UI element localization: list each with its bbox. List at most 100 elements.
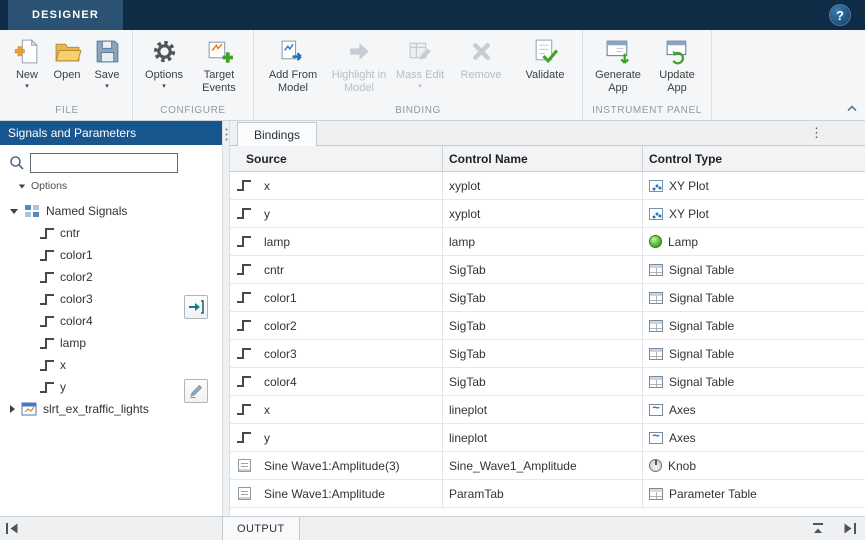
- signal-icon: [237, 292, 251, 303]
- expander-down-icon[interactable]: [10, 209, 18, 214]
- options-label: Options: [145, 69, 183, 82]
- sigtable-icon: [649, 264, 663, 276]
- cell-control-type: XY Plot: [643, 200, 865, 227]
- target-events-button[interactable]: Target Events: [191, 35, 247, 97]
- table-row[interactable]: color3 SigTab Signal Table: [230, 340, 865, 368]
- generate-app-label: Generate App: [590, 69, 646, 95]
- tree-item-label: color2: [60, 270, 93, 284]
- cell-control-type: Axes: [643, 424, 865, 451]
- signal-icon: [40, 250, 54, 261]
- tab-bindings[interactable]: Bindings: [237, 122, 317, 146]
- remove-button[interactable]: Remove: [450, 35, 512, 84]
- bind-to-control-button[interactable]: [184, 295, 208, 319]
- cell-control-name: SigTab: [443, 312, 643, 339]
- tree-item-label: color4: [60, 314, 93, 328]
- bindings-area: Bindings ⋮ Source Control Name Control T…: [230, 121, 865, 516]
- bindings-table: x xyplot XY Plot y xyplot XY Plot lamp l…: [230, 172, 865, 516]
- table-row[interactable]: x lineplot Axes: [230, 396, 865, 424]
- generate-app-button[interactable]: Generate App: [589, 35, 647, 97]
- target-events-label: Target Events: [192, 69, 246, 95]
- tree-item-named-signals[interactable]: Named Signals: [0, 200, 222, 222]
- table-row[interactable]: Sine Wave1:Amplitude(3) Sine_Wave1_Ampli…: [230, 452, 865, 480]
- cell-control-name: lineplot: [443, 396, 643, 423]
- group-label-file: FILE: [7, 103, 127, 120]
- tree-item[interactable]: color1: [0, 244, 222, 266]
- control-type-label: Signal Table: [669, 263, 734, 277]
- cell-control-name: SigTab: [443, 340, 643, 367]
- generate-app-icon: [604, 37, 633, 66]
- control-type-label: Axes: [669, 431, 696, 445]
- update-app-button[interactable]: Update App: [649, 35, 705, 97]
- collapse-bottom-button[interactable]: [811, 522, 825, 538]
- mass-edit-button[interactable]: Mass Edit ▾: [392, 35, 448, 92]
- cell-control-name: SigTab: [443, 368, 643, 395]
- validate-icon: [531, 37, 560, 66]
- expander-right-icon[interactable]: [10, 405, 15, 413]
- app-window: DESIGNER ? New ▾ Open Save ▾: [0, 0, 865, 540]
- collapse-ribbon-button[interactable]: [846, 101, 858, 115]
- highlight-in-model-button[interactable]: Highlight in Model: [328, 35, 390, 97]
- signal-icon: [237, 320, 251, 331]
- collapse-right-button[interactable]: [843, 522, 857, 538]
- panel-splitter[interactable]: [222, 121, 230, 516]
- search-input[interactable]: [30, 153, 178, 173]
- tree-item-label: color3: [60, 292, 93, 306]
- collapse-left-icon: [5, 522, 19, 535]
- collapse-left-button[interactable]: [5, 522, 19, 538]
- gear-icon: [150, 37, 179, 66]
- cell-control-name: lineplot: [443, 424, 643, 451]
- add-from-model-icon: [279, 37, 308, 66]
- tree-item[interactable]: cntr: [0, 222, 222, 244]
- table-row[interactable]: x xyplot XY Plot: [230, 172, 865, 200]
- table-row[interactable]: color1 SigTab Signal Table: [230, 284, 865, 312]
- mass-edit-dropdown-caret: ▾: [418, 83, 422, 90]
- lamp-icon: [649, 235, 662, 248]
- ribbon-group-configure: Options ▾ Target Events CONFIGURE: [133, 30, 254, 120]
- table-row[interactable]: y xyplot XY Plot: [230, 200, 865, 228]
- table-row[interactable]: cntr SigTab Signal Table: [230, 256, 865, 284]
- target-events-icon: [205, 37, 234, 66]
- sigtable-icon: [649, 320, 663, 332]
- column-header-source[interactable]: Source: [230, 146, 443, 171]
- tab-designer[interactable]: DESIGNER: [8, 0, 123, 30]
- tree-item[interactable]: lamp: [0, 332, 222, 354]
- new-label: New: [16, 69, 38, 82]
- update-app-label: Update App: [650, 69, 704, 95]
- cell-source: color3: [258, 340, 443, 367]
- control-type-label: Signal Table: [669, 347, 734, 361]
- options-button[interactable]: Options ▾: [139, 35, 189, 92]
- panel-title: Signals and Parameters: [0, 121, 222, 145]
- tree-item[interactable]: x: [0, 354, 222, 376]
- new-button[interactable]: New ▾: [8, 35, 46, 92]
- bind-arrow-icon: [188, 299, 204, 315]
- table-row[interactable]: Sine Wave1:Amplitude ParamTab Parameter …: [230, 480, 865, 508]
- column-header-control-type[interactable]: Control Type: [643, 146, 865, 171]
- xyplot-icon: [649, 180, 663, 192]
- table-row[interactable]: color4 SigTab Signal Table: [230, 368, 865, 396]
- edit-button[interactable]: [184, 379, 208, 403]
- more-menu-button[interactable]: ⋮: [810, 125, 823, 141]
- table-row[interactable]: lamp lamp Lamp: [230, 228, 865, 256]
- options-dropdown-caret: ▾: [162, 83, 166, 90]
- save-button[interactable]: Save ▾: [88, 35, 126, 92]
- tree-item-label: Named Signals: [46, 204, 127, 218]
- search-options-button[interactable]: Options: [0, 173, 222, 196]
- control-type-label: Lamp: [668, 235, 698, 249]
- tree-item[interactable]: color2: [0, 266, 222, 288]
- help-button[interactable]: ?: [829, 4, 851, 26]
- tab-output[interactable]: OUTPUT: [222, 517, 300, 540]
- workspace: Signals and Parameters Options Named Sig…: [0, 121, 865, 516]
- validate-button[interactable]: Validate: [514, 35, 576, 84]
- save-icon: [93, 37, 122, 66]
- param-icon: [238, 459, 251, 472]
- validate-label: Validate: [526, 69, 565, 82]
- cell-source: Sine Wave1:Amplitude: [258, 480, 443, 507]
- open-button[interactable]: Open: [48, 35, 86, 84]
- add-from-model-button[interactable]: Add From Model: [260, 35, 326, 97]
- cell-control-type: XY Plot: [643, 172, 865, 199]
- column-header-control-name[interactable]: Control Name: [443, 146, 643, 171]
- table-row[interactable]: color2 SigTab Signal Table: [230, 312, 865, 340]
- table-row[interactable]: y lineplot Axes: [230, 424, 865, 452]
- signal-icon: [40, 382, 54, 393]
- axes-icon: [649, 404, 663, 416]
